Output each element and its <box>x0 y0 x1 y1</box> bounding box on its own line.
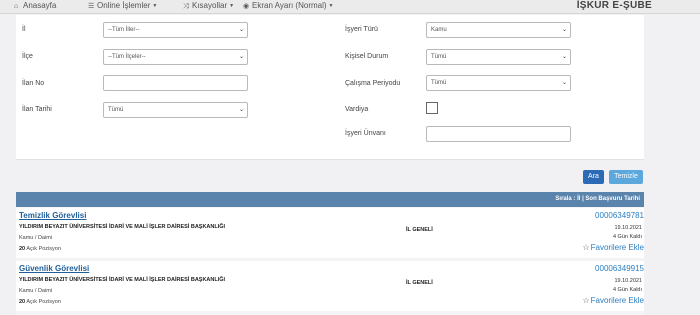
job-card: Güvenlik Görevlisi YILDIRIM BEYAZIT ÜNİV… <box>16 261 644 311</box>
nav-home-label: Anasayfa <box>23 1 57 10</box>
calisma-periyodu-select-value: Tümü <box>431 80 447 86</box>
caret-down-icon: ▼ <box>152 3 158 9</box>
nav-home[interactable]: ⌂ Anasayfa <box>14 0 56 14</box>
chevron-down-icon: ⌄ <box>561 54 567 60</box>
calisma-periyodu-select[interactable]: Tümü ⌄ <box>426 75 571 91</box>
ilan-no-input[interactable] <box>103 75 248 91</box>
isyeri-unvani-label: İşyeri Ünvanı <box>345 130 386 137</box>
job-org: YILDIRIM BEYAZIT ÜNİVERSİTESİ İDARİ VE M… <box>19 277 226 283</box>
nav-kisayollar-label: Kısayollar <box>192 1 228 10</box>
nav-ekran-ayari-label: Ekran Ayarı (Normal) <box>252 1 327 10</box>
job-type: Kamu / Daimi <box>19 235 53 241</box>
job-deadline: 19.10.2021 <box>614 278 642 284</box>
ilce-select-value: --Tüm İlçeler-- <box>108 54 146 60</box>
add-favorite-label: Favorilere Ekle <box>590 243 644 252</box>
ilce-select[interactable]: --Tüm İlçeler-- ⌄ <box>103 49 248 65</box>
job-positions: 20 Açık Pozisyon <box>19 246 61 252</box>
job-days-left: 4 Gün Kaldı <box>612 234 642 240</box>
il-select[interactable]: --Tüm İller-- ⌄ <box>103 22 248 38</box>
chevron-down-icon: ⌄ <box>238 27 244 33</box>
vardiya-label: Vardiya <box>345 106 369 113</box>
top-nav: ⌂ Anasayfa ☰ Online İşlemler ▼ ⤨ Kısayollar ▼… <box>0 0 700 14</box>
kisisel-durum-label: Kişisel Durum <box>345 53 389 60</box>
calisma-periyodu-label: Çalışma Periyodu <box>345 80 401 87</box>
list-icon: ☰ <box>88 3 95 10</box>
nav-online-islemler-label: Online İşlemler <box>97 1 151 10</box>
clear-button[interactable]: Temizle <box>609 170 643 184</box>
isyeri-unvani-input[interactable] <box>426 126 571 142</box>
job-positions-suffix: Açık Pozisyon <box>26 246 61 252</box>
nav-kisayollar[interactable]: ⤨ Kısayollar ▼ <box>183 0 234 14</box>
job-days-left: 4 Gün Kaldı <box>612 287 642 293</box>
vardiya-checkbox[interactable] <box>426 102 438 114</box>
ilan-no-label: İlan No <box>22 80 45 87</box>
isyeri-turu-label: İşyeri Türü <box>345 26 378 33</box>
chevron-down-icon: ⌄ <box>561 27 567 33</box>
job-deadline: 19.10.2021 <box>614 225 642 231</box>
ilan-tarihi-select-value: Tümü <box>108 107 124 113</box>
chevron-down-icon: ⌄ <box>238 107 244 113</box>
job-positions-suffix: Açık Pozisyon <box>26 299 61 305</box>
chevron-down-icon: ⌄ <box>561 80 567 86</box>
ilan-tarihi-select[interactable]: Tümü ⌄ <box>103 102 248 118</box>
isyeri-turu-select-value: Kamu <box>431 27 447 33</box>
add-favorite-label: Favorilere Ekle <box>590 296 644 305</box>
add-favorite-button[interactable]: ☆Favorilere Ekle <box>582 296 644 305</box>
chevron-down-icon: ⌄ <box>238 54 244 60</box>
star-icon: ☆ <box>582 296 590 305</box>
star-icon: ☆ <box>582 243 590 252</box>
job-title-link[interactable]: Güvenlik Görevlisi <box>19 264 89 273</box>
job-region: İL GENELİ <box>406 280 433 286</box>
results-list: Temizlik Görevlisi YILDIRIM BEYAZIT ÜNİV… <box>16 207 644 315</box>
il-select-value: --Tüm İller-- <box>108 27 140 33</box>
job-id-link[interactable]: 00006349781 <box>595 211 644 220</box>
job-positions-count: 20 <box>19 246 26 252</box>
caret-down-icon: ▼ <box>229 3 235 9</box>
ilce-label: İlçe <box>22 53 33 60</box>
nav-ekran-ayari[interactable]: ◉ Ekran Ayarı (Normal) ▼ <box>243 0 334 14</box>
search-button[interactable]: Ara <box>583 170 604 184</box>
filter-panel: İl --Tüm İller-- ⌄ İlçe --Tüm İlçeler-- … <box>16 15 644 160</box>
job-org: YILDIRIM BEYAZIT ÜNİVERSİTESİ İDARİ VE M… <box>19 224 226 230</box>
il-label: İl <box>22 26 26 33</box>
brand-title: İŞKUR E-ŞUBE <box>576 0 652 11</box>
job-positions: 20 Açık Pozisyon <box>19 299 61 305</box>
sort-bar[interactable]: Sırala : İl | Son Başvuru Tarihi <box>16 192 644 207</box>
kisisel-durum-select[interactable]: Tümü ⌄ <box>426 49 571 65</box>
ilan-tarihi-label: İlan Tarihi <box>22 106 52 113</box>
job-type: Kamu / Daimi <box>19 288 53 294</box>
home-icon: ⌂ <box>14 3 19 10</box>
job-positions-count: 20 <box>19 299 26 305</box>
job-id-link[interactable]: 00006349915 <box>595 264 644 273</box>
caret-down-icon: ▼ <box>328 3 334 9</box>
job-region: İL GENELİ <box>406 227 433 233</box>
kisisel-durum-select-value: Tümü <box>431 54 447 60</box>
shuffle-icon: ⤨ <box>183 3 189 10</box>
add-favorite-button[interactable]: ☆Favorilere Ekle <box>582 243 644 252</box>
nav-online-islemler[interactable]: ☰ Online İşlemler ▼ <box>88 0 157 14</box>
eye-icon: ◉ <box>243 3 250 10</box>
isyeri-turu-select[interactable]: Kamu ⌄ <box>426 22 571 38</box>
job-card: Temizlik Görevlisi YILDIRIM BEYAZIT ÜNİV… <box>16 208 644 258</box>
job-title-link[interactable]: Temizlik Görevlisi <box>19 211 86 220</box>
